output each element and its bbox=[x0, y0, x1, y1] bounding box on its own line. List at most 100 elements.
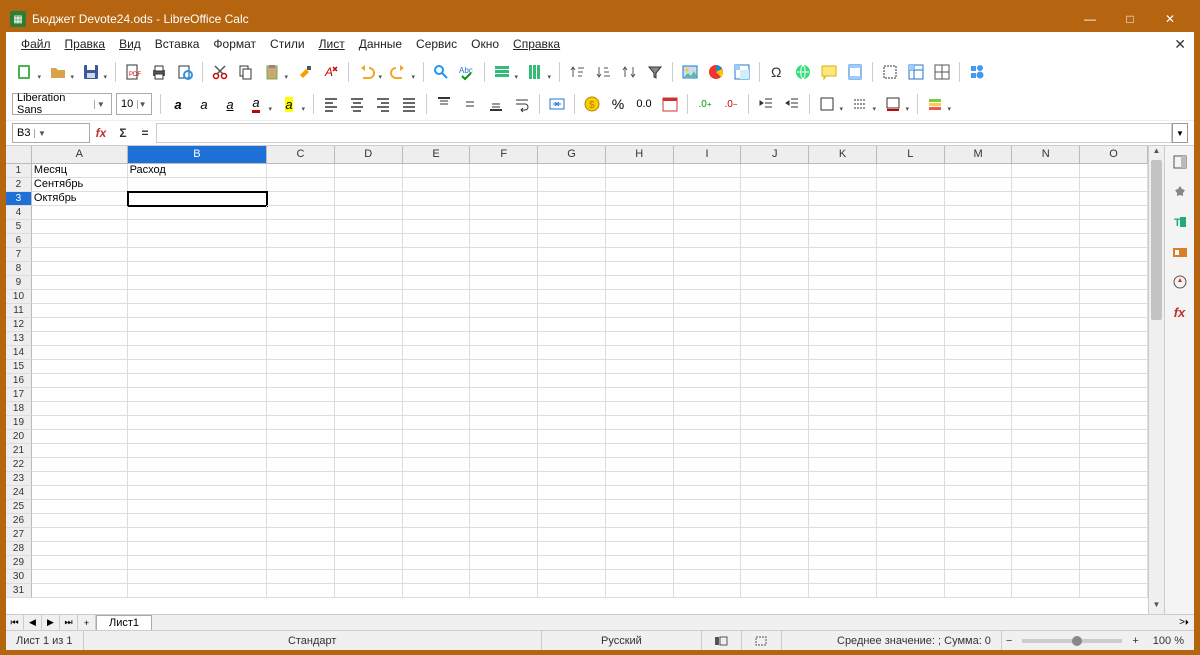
cell[interactable] bbox=[1080, 304, 1148, 318]
row-header[interactable]: 13 bbox=[6, 332, 32, 346]
zoom-slider[interactable] bbox=[1022, 639, 1122, 643]
cell[interactable] bbox=[470, 276, 538, 290]
cell[interactable] bbox=[403, 332, 471, 346]
row-header[interactable]: 10 bbox=[6, 290, 32, 304]
clear-formatting-button[interactable]: A bbox=[319, 60, 343, 84]
column-header[interactable]: N bbox=[1012, 146, 1080, 163]
cell[interactable] bbox=[809, 164, 877, 178]
undo-button[interactable] bbox=[354, 60, 378, 84]
row-header[interactable]: 12 bbox=[6, 318, 32, 332]
cell[interactable] bbox=[1080, 584, 1148, 598]
cell[interactable] bbox=[1012, 528, 1080, 542]
cell[interactable] bbox=[403, 472, 471, 486]
cell[interactable] bbox=[1012, 458, 1080, 472]
cell[interactable] bbox=[877, 584, 945, 598]
cell[interactable] bbox=[128, 332, 268, 346]
cell[interactable] bbox=[335, 346, 403, 360]
cell[interactable] bbox=[945, 360, 1013, 374]
cell[interactable] bbox=[32, 290, 128, 304]
cell[interactable] bbox=[674, 290, 742, 304]
cell[interactable] bbox=[1080, 528, 1148, 542]
cell[interactable] bbox=[674, 472, 742, 486]
cell[interactable] bbox=[538, 430, 606, 444]
cell[interactable] bbox=[945, 318, 1013, 332]
cell[interactable] bbox=[335, 318, 403, 332]
cell[interactable] bbox=[538, 206, 606, 220]
sidebar-toggle-icon[interactable] bbox=[1168, 150, 1192, 174]
function-wizard-button[interactable]: fx bbox=[90, 123, 112, 143]
cell[interactable] bbox=[809, 584, 877, 598]
cell[interactable] bbox=[741, 528, 809, 542]
cell[interactable] bbox=[335, 304, 403, 318]
cell[interactable] bbox=[1080, 192, 1148, 206]
cell[interactable] bbox=[1012, 584, 1080, 598]
cell[interactable] bbox=[32, 500, 128, 514]
cell[interactable]: Месяц bbox=[32, 164, 128, 178]
headers-footers-button[interactable] bbox=[843, 60, 867, 84]
navigator-icon[interactable] bbox=[1168, 270, 1192, 294]
cell[interactable] bbox=[267, 430, 335, 444]
cell[interactable] bbox=[470, 346, 538, 360]
cell[interactable] bbox=[32, 332, 128, 346]
cell[interactable] bbox=[1012, 430, 1080, 444]
cell[interactable] bbox=[128, 542, 268, 556]
cell[interactable] bbox=[335, 472, 403, 486]
row-header[interactable]: 22 bbox=[6, 458, 32, 472]
cell[interactable] bbox=[674, 262, 742, 276]
cell[interactable] bbox=[128, 500, 268, 514]
cell[interactable] bbox=[1012, 360, 1080, 374]
cell[interactable] bbox=[470, 388, 538, 402]
cell[interactable] bbox=[606, 458, 674, 472]
close-document-button[interactable]: ✕ bbox=[1174, 36, 1186, 53]
cell[interactable] bbox=[741, 360, 809, 374]
cell[interactable] bbox=[606, 178, 674, 192]
freeze-panes-button[interactable] bbox=[904, 60, 928, 84]
cell[interactable] bbox=[877, 346, 945, 360]
print-preview-button[interactable] bbox=[173, 60, 197, 84]
scroll-thumb[interactable] bbox=[1151, 160, 1162, 320]
cell[interactable] bbox=[809, 514, 877, 528]
cell[interactable] bbox=[538, 458, 606, 472]
cell[interactable] bbox=[945, 584, 1013, 598]
cell[interactable] bbox=[945, 346, 1013, 360]
hyperlink-button[interactable] bbox=[791, 60, 815, 84]
find-replace-button[interactable] bbox=[429, 60, 453, 84]
cell[interactable] bbox=[741, 416, 809, 430]
cell[interactable] bbox=[267, 262, 335, 276]
cell[interactable] bbox=[538, 556, 606, 570]
cell[interactable] bbox=[267, 248, 335, 262]
underline-button[interactable]: a bbox=[218, 92, 242, 116]
cell[interactable] bbox=[335, 444, 403, 458]
cell[interactable] bbox=[267, 234, 335, 248]
decrease-indent-button[interactable] bbox=[780, 92, 804, 116]
column-header[interactable]: C bbox=[267, 146, 335, 163]
cell[interactable] bbox=[877, 402, 945, 416]
cell[interactable] bbox=[606, 346, 674, 360]
formula-input[interactable] bbox=[156, 123, 1172, 143]
cell[interactable] bbox=[267, 542, 335, 556]
cell[interactable] bbox=[128, 206, 268, 220]
merge-cells-button[interactable] bbox=[545, 92, 569, 116]
cell[interactable] bbox=[32, 234, 128, 248]
cell[interactable] bbox=[1012, 234, 1080, 248]
row-header[interactable]: 17 bbox=[6, 388, 32, 402]
cell[interactable] bbox=[1080, 500, 1148, 514]
cell[interactable] bbox=[809, 472, 877, 486]
spreadsheet-grid[interactable]: ABCDEFGHIJKLMNO 1МесяцРасход2Сентябрь3Ок… bbox=[6, 146, 1148, 614]
align-top-button[interactable] bbox=[432, 92, 456, 116]
cell[interactable] bbox=[335, 388, 403, 402]
cell[interactable] bbox=[470, 178, 538, 192]
cell[interactable] bbox=[877, 220, 945, 234]
cell[interactable] bbox=[128, 528, 268, 542]
cell[interactable] bbox=[538, 542, 606, 556]
cell[interactable] bbox=[32, 318, 128, 332]
cell[interactable] bbox=[1012, 542, 1080, 556]
cell[interactable] bbox=[945, 304, 1013, 318]
cell[interactable] bbox=[1080, 332, 1148, 346]
cell[interactable] bbox=[945, 164, 1013, 178]
select-all-corner[interactable] bbox=[6, 146, 32, 164]
cell[interactable] bbox=[809, 262, 877, 276]
cell[interactable] bbox=[1080, 556, 1148, 570]
cell[interactable] bbox=[32, 416, 128, 430]
cell[interactable] bbox=[403, 584, 471, 598]
